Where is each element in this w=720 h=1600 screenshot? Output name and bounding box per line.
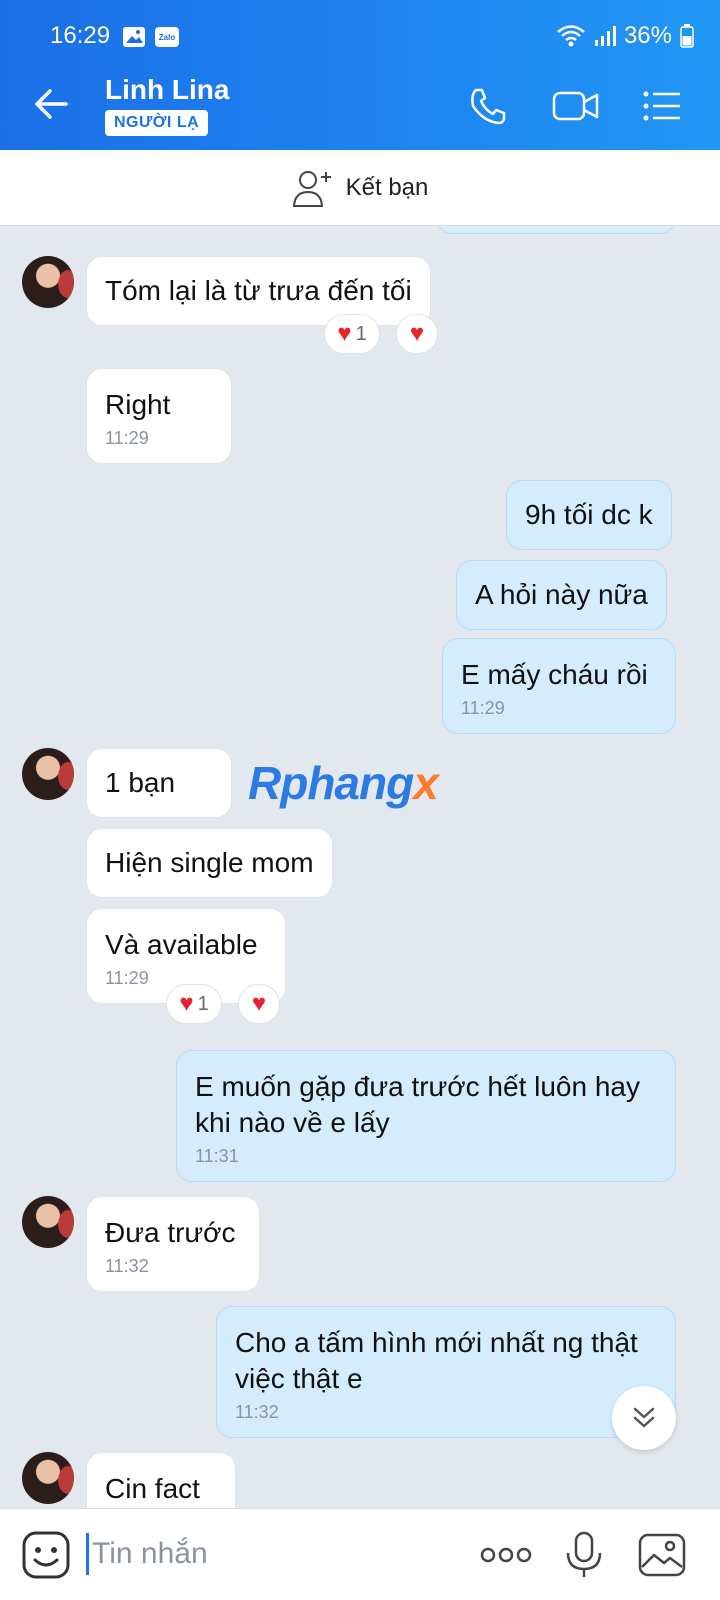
stranger-badge: NGƯỜI LẠ — [105, 110, 209, 136]
message-bubble-outgoing[interactable]: Cho a tấm hình mới nhất ng thật việc thậ… — [216, 1306, 676, 1438]
message-time: 11:32 — [235, 1402, 279, 1422]
microphone-icon[interactable] — [558, 1529, 610, 1581]
sticker-emoji-icon[interactable] — [20, 1529, 72, 1581]
message-text: Và available — [105, 929, 258, 960]
app-header: 16:29 Zalo 36% Linh Lina NGƯỜI LẠ — [0, 0, 720, 150]
message-time: 11:31 — [195, 1146, 239, 1166]
message-bubble-outgoing[interactable]: 9h tối dc k — [506, 480, 672, 550]
message-text: Right — [105, 389, 171, 420]
heart-icon: ♥ — [251, 990, 267, 1017]
svg-text:Zalo: Zalo — [159, 33, 176, 42]
message-bubble-incoming[interactable]: Đưa trước 11:32 — [86, 1196, 260, 1292]
message-text: E mấy cháu rồi — [461, 659, 648, 690]
message-input-bar: Tin nhắn — [0, 1508, 720, 1600]
video-call-icon[interactable] — [552, 84, 600, 128]
message-text: Tóm lại là từ trưa đến tối — [105, 275, 412, 306]
add-friend-label: Kết bạn — [345, 173, 429, 201]
contact-avatar[interactable] — [22, 1196, 74, 1248]
signal-icon — [594, 26, 616, 46]
zalo-notification-icon: Zalo — [155, 27, 179, 47]
message-list[interactable]: Tóm lại là từ trưa đến tối ♥ 1 ♥ Right 1… — [0, 226, 720, 1508]
message-bubble-incoming[interactable]: Cin fact — [86, 1452, 236, 1508]
heart-icon: ♥ — [409, 320, 425, 347]
battery-icon — [680, 24, 694, 48]
message-bubble-outgoing[interactable]: E muốn gặp đưa trước hết luôn hay khi nà… — [176, 1050, 676, 1182]
chat-header: Linh Lina NGƯỜI LẠ — [0, 62, 720, 150]
message-bubble-incoming[interactable]: Right 11:29 — [86, 368, 232, 464]
battery-percent: 36% — [623, 22, 672, 49]
status-bar: 16:29 Zalo 36% — [0, 0, 720, 62]
contact-avatar[interactable] — [22, 1452, 74, 1504]
watermark-part2: x — [413, 757, 439, 809]
message-bubble-outgoing[interactable]: A hỏi này nữa — [456, 560, 667, 630]
watermark-logo: Rphangx — [248, 756, 439, 810]
message-input[interactable]: Tin nhắn — [92, 1537, 208, 1571]
gallery-notification-icon — [123, 27, 145, 47]
message-text: Hiện single mom — [105, 847, 314, 878]
message-text-line: Cho a tấm hình mới nhất ng thật — [235, 1327, 638, 1358]
message-text: A hỏi này nữa — [475, 579, 648, 610]
react-heart-button[interactable]: ♥ — [238, 984, 280, 1024]
contact-name[interactable]: Linh Lina — [105, 74, 229, 106]
message-bubble-incoming[interactable]: Tóm lại là từ trưa đến tối — [86, 256, 431, 326]
scroll-to-bottom-button[interactable] — [612, 1386, 676, 1450]
reaction-count-value: 1 — [355, 322, 367, 345]
add-user-icon — [292, 170, 331, 207]
double-chevron-down-icon — [633, 1407, 655, 1428]
reaction-count[interactable]: ♥ 1 — [166, 984, 222, 1024]
image-gallery-icon[interactable] — [636, 1529, 688, 1581]
react-heart-button[interactable]: ♥ — [396, 314, 438, 354]
add-friend-button[interactable]: Kết bạn — [0, 150, 720, 226]
message-bubble-incoming[interactable]: 1 bạn — [86, 748, 232, 818]
message-text: 9h tối dc k — [525, 499, 653, 530]
message-time: 11:29 — [461, 698, 505, 718]
text-caret — [86, 1533, 89, 1575]
reaction-count-value: 1 — [197, 992, 209, 1015]
message-text-line: việc thật e — [235, 1363, 363, 1394]
message-time: 11:29 — [105, 428, 149, 448]
message-time: 11:32 — [105, 1256, 149, 1276]
message-bubble-incoming[interactable]: Hiện single mom — [86, 828, 333, 898]
back-arrow-icon[interactable] — [30, 82, 74, 126]
more-options-icon[interactable] — [478, 1529, 534, 1581]
message-text: 1 bạn — [105, 767, 176, 798]
watermark-part1: Rphang — [248, 757, 414, 809]
message-text-line: E muốn gặp đưa trước hết luôn hay — [195, 1071, 640, 1102]
wifi-icon — [557, 25, 585, 47]
heart-icon: ♥ — [179, 990, 194, 1017]
reaction-count[interactable]: ♥ 1 — [324, 314, 380, 354]
message-text: Cin fact — [105, 1473, 200, 1504]
contact-avatar[interactable] — [22, 256, 74, 308]
message-text: Đưa trước — [105, 1217, 236, 1248]
message-bubble-outgoing[interactable]: E mấy cháu rồi 11:29 — [442, 638, 676, 734]
phone-call-icon[interactable] — [466, 84, 510, 128]
status-time: 16:29 — [50, 22, 111, 49]
menu-list-icon[interactable] — [640, 84, 684, 128]
message-text-line: khi nào về e lấy — [195, 1107, 390, 1138]
contact-avatar[interactable] — [22, 748, 74, 800]
heart-icon: ♥ — [337, 320, 352, 347]
message-bubble-outgoing-partial[interactable] — [436, 226, 676, 234]
